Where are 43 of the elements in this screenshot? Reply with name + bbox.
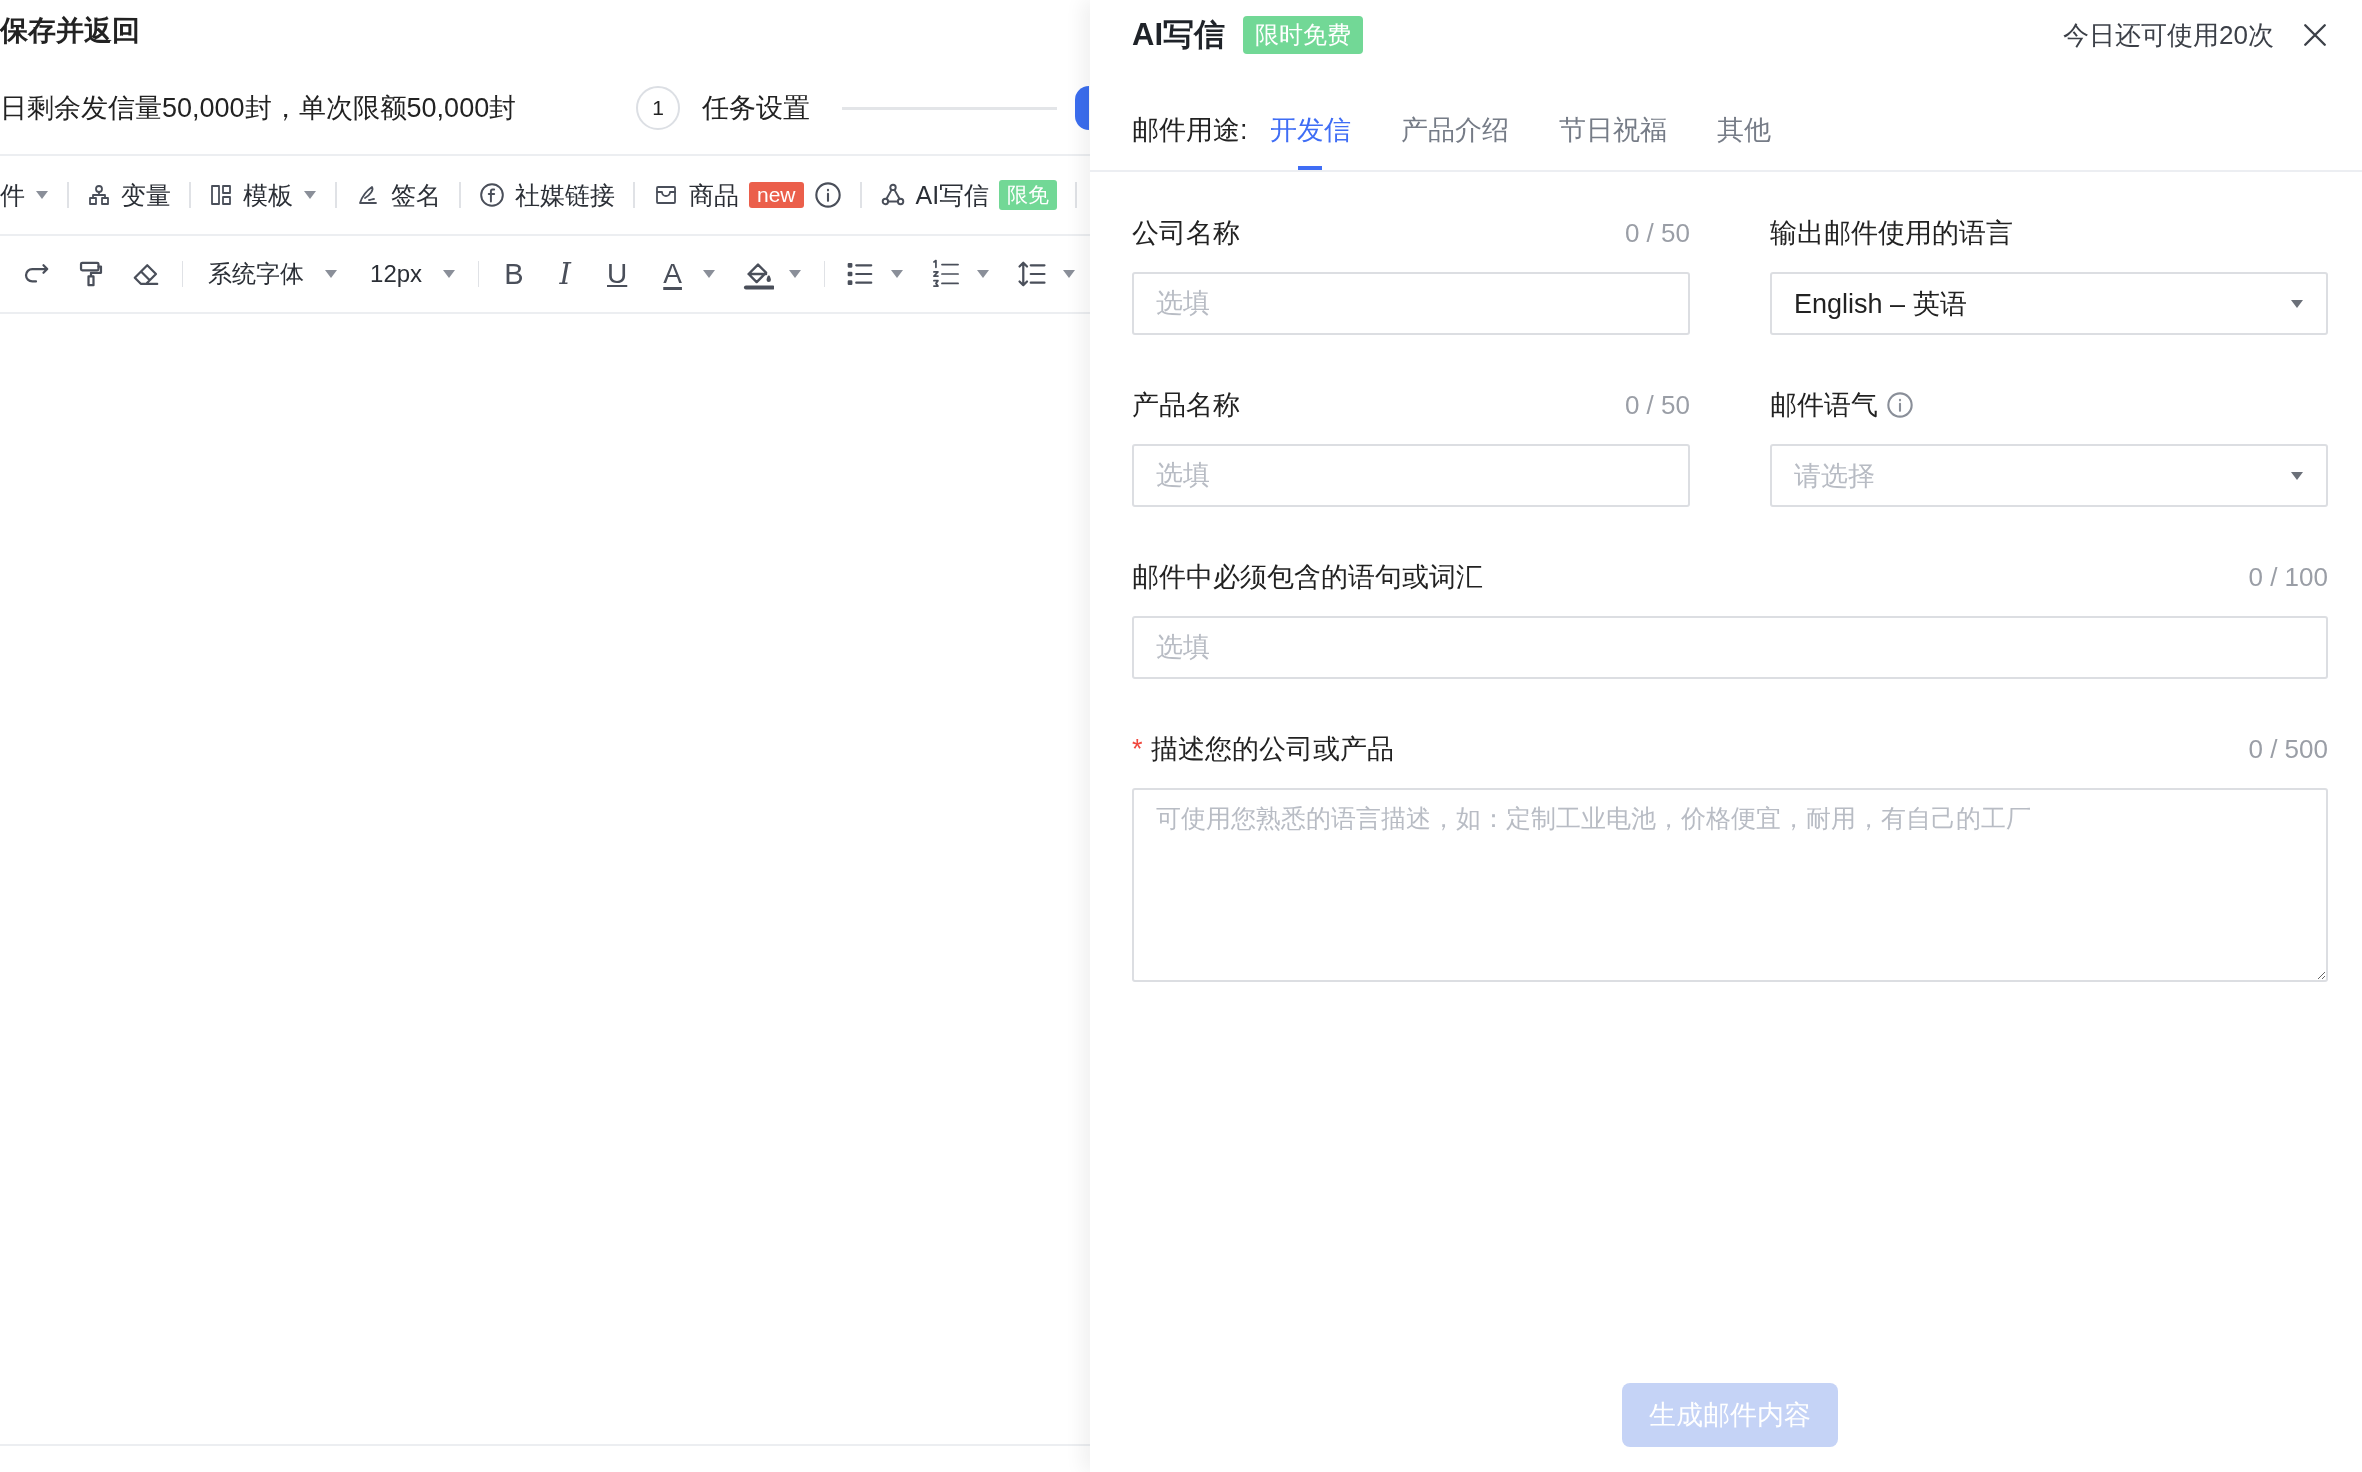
toolbar-button[interactable]: 签名 — [391, 178, 441, 212]
tab[interactable]: 节日祝福 — [1558, 112, 1667, 170]
step-label: 任务设置 — [702, 92, 811, 125]
tab[interactable]: 其他 — [1716, 112, 1771, 170]
step-number: 1 — [636, 86, 681, 130]
toolbar-button[interactable]: 件 — [0, 178, 25, 212]
char-counter: 0 / 500 — [2248, 733, 2328, 765]
toolbar-button[interactable]: 社媒链接 — [515, 178, 615, 212]
text-color-button[interactable]: A — [659, 258, 686, 290]
toolbar-button[interactable]: 模板 — [243, 178, 293, 212]
promo-badge: 限时免费 — [1243, 16, 1363, 54]
char-counter: 0 / 50 — [1624, 389, 1690, 421]
required-mark: * — [1132, 733, 1143, 765]
size-select[interactable]: 12px — [366, 260, 427, 288]
badge: new — [749, 182, 804, 208]
toolbar-button[interactable]: 变量 — [121, 178, 171, 212]
badge: 限免 — [999, 180, 1058, 210]
field-label: 公司名称 — [1132, 217, 1240, 250]
back-link[interactable]: 保存并返回 — [0, 12, 140, 50]
char-counter: 0 / 50 — [1624, 217, 1690, 249]
char-counter: 0 / 100 — [2248, 561, 2328, 593]
toolbar-button[interactable]: AI写信 — [915, 178, 990, 212]
field-label: 产品名称 — [1132, 389, 1240, 422]
field-label: 邮件中必须包含的语句或词汇 — [1132, 561, 1483, 594]
field-label: 描述您的公司或产品 — [1150, 733, 1394, 766]
input-field[interactable]: 选填 — [1132, 444, 1690, 507]
tabs-label: 邮件用途: — [1132, 114, 1248, 147]
field-label: 输出邮件使用的语言 — [1770, 217, 2013, 250]
select-field[interactable]: English – 英语 — [1770, 272, 2328, 335]
text-area[interactable]: 可使用您熟悉的语言描述，如：定制工业电池，价格便宜，耐用，有自己的工厂 — [1132, 788, 2328, 982]
input-field[interactable]: 选填 — [1132, 616, 2328, 679]
font-select[interactable]: 系统字体 — [204, 258, 309, 290]
input-field[interactable]: 选填 — [1132, 272, 1690, 335]
underline-button[interactable]: U — [603, 258, 632, 290]
bold-button[interactable]: B — [500, 257, 528, 291]
panel-title: AI写信 — [1132, 16, 1225, 54]
toolbar-button[interactable]: 商品 — [689, 178, 739, 212]
quota-text: 日剩余发信量50,000封，单次限额50,000封 — [0, 92, 517, 125]
tab[interactable]: 产品介绍 — [1400, 112, 1509, 170]
tab[interactable]: 开发信 — [1269, 112, 1351, 170]
italic-button[interactable]: I — [555, 257, 575, 291]
usage-text: 今日还可使用20次 — [2063, 18, 2274, 52]
field-label: 邮件语气 — [1770, 389, 1878, 422]
